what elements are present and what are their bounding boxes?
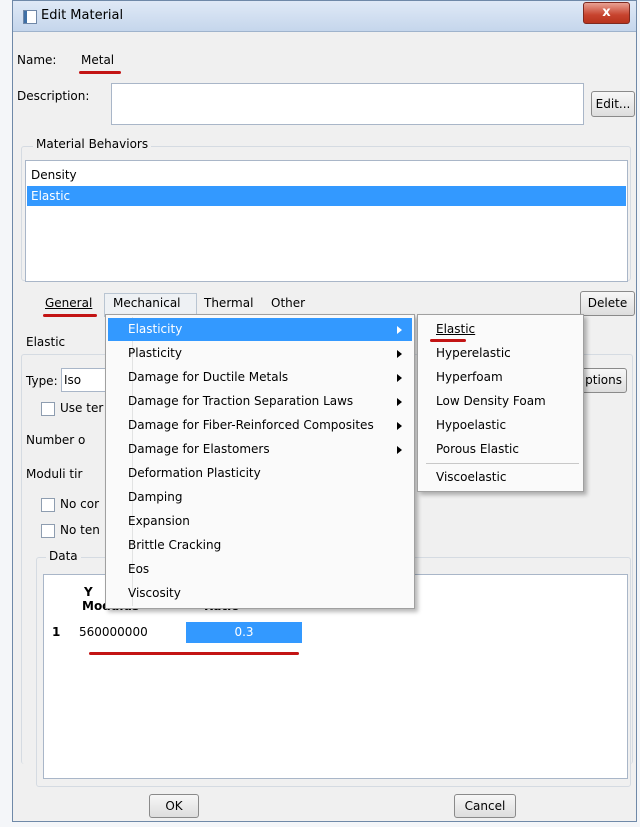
submenu-item-hyperelastic[interactable]: Hyperelastic xyxy=(420,342,581,365)
menu-item-damage-elastomers[interactable]: Damage for Elastomers xyxy=(108,438,412,461)
menu-item-label: Damage for Traction Separation Laws xyxy=(128,394,354,408)
type-select[interactable]: Iso xyxy=(61,368,111,392)
annotation-underline-name xyxy=(79,71,121,74)
moduli-time-scale-label: Moduli tir xyxy=(26,467,83,481)
no-compression-label: No cor xyxy=(60,497,100,511)
menu-item-damage-fiber-composites[interactable]: Damage for Fiber-Reinforced Composites xyxy=(108,414,412,437)
menu-other-label: Other xyxy=(271,296,306,310)
menu-mechanical-label: Mechanical xyxy=(113,296,181,310)
menu-item-label: Plasticity xyxy=(128,346,182,360)
behaviors-list[interactable]: Density Elastic xyxy=(25,160,628,282)
elastic-panel-title: Elastic xyxy=(26,335,66,349)
behavior-item-density[interactable]: Density xyxy=(27,165,626,185)
title-bar[interactable]: Edit Material x xyxy=(13,1,636,32)
menu-item-label: Deformation Plasticity xyxy=(128,466,261,480)
description-field[interactable] xyxy=(111,83,584,125)
no-tension-checkbox[interactable] xyxy=(41,524,55,538)
menu-item-label: Eos xyxy=(128,562,150,576)
menu-item-damage-traction-separation[interactable]: Damage for Traction Separation Laws xyxy=(108,390,412,413)
submenu-item-label: Hyperelastic xyxy=(436,346,511,360)
menu-item-damage-ductile-metals[interactable]: Damage for Ductile Metals xyxy=(108,366,412,389)
menu-item-label: Damage for Fiber-Reinforced Composites xyxy=(128,418,374,432)
submenu-item-low-density-foam[interactable]: Low Density Foam xyxy=(420,390,581,413)
no-tension-label: No ten xyxy=(60,523,100,537)
submenu-item-hypoelastic[interactable]: Hypoelastic xyxy=(420,414,581,437)
submenu-arrow-icon xyxy=(397,374,402,382)
cell-poissons-ratio[interactable]: 0.3 xyxy=(186,622,302,643)
menu-item-label: Damping xyxy=(128,490,183,504)
delete-button[interactable]: Delete xyxy=(580,291,635,316)
menu-other[interactable]: Other xyxy=(271,296,305,310)
submenu-item-porous-elastic[interactable]: Porous Elastic xyxy=(420,438,581,461)
close-button[interactable]: x xyxy=(583,2,630,24)
menu-item-plasticity[interactable]: Plasticity xyxy=(108,342,412,365)
menu-general-label: General xyxy=(45,296,93,310)
submenu-arrow-icon xyxy=(397,326,402,334)
window-title: Edit Material xyxy=(41,8,124,23)
submenu-item-viscoelastic[interactable]: Viscoelastic xyxy=(420,466,581,489)
name-label: Name: xyxy=(17,53,57,67)
row-index: 1 xyxy=(52,625,61,639)
use-temp-checkbox[interactable] xyxy=(41,402,55,416)
type-label: Type: xyxy=(26,374,58,388)
menu-item-brittle-cracking[interactable]: Brittle Cracking xyxy=(108,534,412,557)
ok-button[interactable]: OK xyxy=(149,794,199,818)
window-icon xyxy=(23,10,37,24)
material-behaviors-label: Material Behaviors xyxy=(33,137,152,151)
menu-item-label: Elasticity xyxy=(128,322,183,336)
menu-item-deformation-plasticity[interactable]: Deformation Plasticity xyxy=(108,462,412,485)
menu-item-elasticity[interactable]: Elasticity xyxy=(108,318,412,341)
submenu-arrow-icon xyxy=(397,350,402,358)
cell-youngs-modulus[interactable]: 560000000 xyxy=(79,625,148,639)
submenu-item-label: Elastic xyxy=(436,322,476,336)
data-group-label: Data xyxy=(46,549,81,563)
menu-item-label: Viscosity xyxy=(128,586,181,600)
edit-material-dialog: Edit Material x Name: Metal Description:… xyxy=(12,0,637,822)
submenu-item-label: Porous Elastic xyxy=(436,442,519,456)
submenu-item-label: Low Density Foam xyxy=(436,394,546,408)
submenu-item-label: Hypoelastic xyxy=(436,418,507,432)
menu-item-viscosity[interactable]: Viscosity xyxy=(108,582,412,605)
submenu-item-label: Viscoelastic xyxy=(436,470,507,484)
menu-item-label: Damage for Ductile Metals xyxy=(128,370,289,384)
menu-item-expansion[interactable]: Expansion xyxy=(108,510,412,533)
cancel-button[interactable]: Cancel xyxy=(454,794,516,818)
submenu-separator xyxy=(426,463,579,464)
type-value: Iso xyxy=(64,373,82,387)
submenu-arrow-icon xyxy=(397,398,402,406)
submenu-item-elastic[interactable]: Elastic xyxy=(420,318,581,341)
mechanical-menu: Elasticity Plasticity Damage for Ductile… xyxy=(105,314,415,609)
menu-item-label: Brittle Cracking xyxy=(128,538,222,552)
menu-thermal-label: Thermal xyxy=(204,296,254,310)
annotation-underline-table xyxy=(89,652,299,655)
edit-description-button[interactable]: Edit... xyxy=(591,91,635,117)
menu-item-label: Expansion xyxy=(128,514,190,528)
submenu-item-label: Hyperfoam xyxy=(436,370,503,384)
menu-thermal[interactable]: Thermal xyxy=(204,296,253,310)
behavior-item-elastic[interactable]: Elastic xyxy=(27,186,626,206)
submenu-item-hyperfoam[interactable]: Hyperfoam xyxy=(420,366,581,389)
submenu-arrow-icon xyxy=(397,446,402,454)
elasticity-submenu: Elastic Hyperelastic Hyperfoam Low Densi… xyxy=(417,314,584,492)
column-header-youngs-line1: Y xyxy=(84,585,93,599)
annotation-underline-general xyxy=(43,314,97,317)
menu-item-damping[interactable]: Damping xyxy=(108,486,412,509)
name-value: Metal xyxy=(81,53,115,67)
menu-item-label: Damage for Elastomers xyxy=(128,442,270,456)
submenu-arrow-icon xyxy=(397,422,402,430)
use-temp-label: Use ter xyxy=(60,401,104,415)
menu-item-eos[interactable]: Eos xyxy=(108,558,412,581)
no-compression-checkbox[interactable] xyxy=(41,498,55,512)
menu-general[interactable]: General xyxy=(45,296,92,310)
number-of-fields-label: Number o xyxy=(26,433,86,447)
description-label: Description: xyxy=(17,89,90,103)
